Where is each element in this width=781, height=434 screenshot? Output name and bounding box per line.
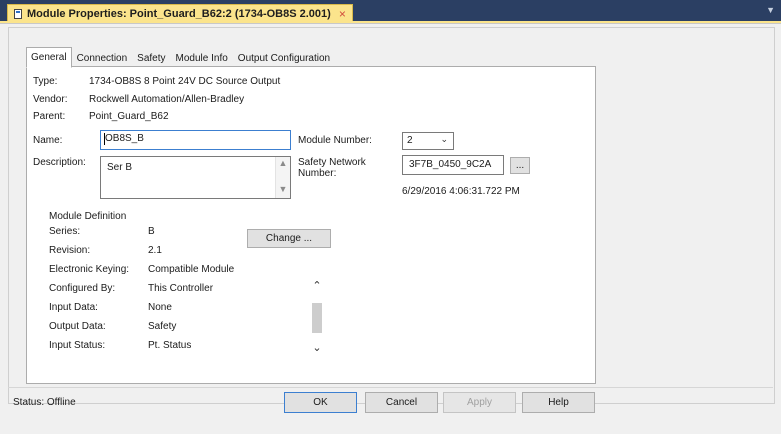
type-label: Type: — [33, 76, 58, 87]
input-data-value: None — [148, 302, 172, 313]
close-icon[interactable]: × — [339, 7, 346, 21]
input-data-label: Input Data: — [49, 302, 98, 313]
configured-by-value: This Controller — [148, 283, 214, 294]
input-status-label: Input Status: — [49, 340, 106, 351]
scroll-up-icon[interactable]: ▲ — [276, 158, 290, 168]
vendor-value: Rockwell Automation/Allen-Bradley — [89, 94, 245, 105]
safety-network-timestamp: 6/29/2016 4:06:31.722 PM — [402, 186, 520, 197]
revision-label: Revision: — [49, 245, 91, 256]
parent-value: Point_Guard_B62 — [89, 111, 169, 122]
status-text: Status: Offline — [13, 397, 76, 408]
description-input[interactable]: Ser B — [100, 156, 291, 199]
safety-network-browse-button[interactable]: ... — [510, 157, 530, 174]
electronic-keying-label: Electronic Keying: — [49, 264, 130, 275]
module-definition-scrollbar[interactable]: ⌃ ⌄ — [309, 279, 325, 359]
footer-divider — [8, 387, 773, 388]
name-input-value: OB8S_B — [105, 133, 144, 144]
ok-button[interactable]: OK — [284, 392, 357, 413]
module-number-value: 2 — [407, 135, 413, 146]
module-number-select[interactable]: 2 ⌄ — [402, 132, 454, 150]
input-status-value: Pt. Status — [148, 340, 192, 351]
scroll-thumb[interactable] — [312, 303, 322, 333]
safety-network-number-field[interactable]: 3F7B_0450_9C2A — [402, 155, 504, 175]
name-input[interactable]: OB8S_B — [100, 130, 291, 150]
safety-network-value: 3F7B_0450_9C2A — [409, 159, 492, 170]
description-scrollbar[interactable]: ▲ ▼ — [275, 157, 290, 198]
description-input-value: Ser B — [107, 162, 133, 173]
change-button[interactable]: Change ... — [247, 229, 331, 248]
tab-overflow-icon[interactable]: ▼ — [766, 5, 775, 15]
cancel-button[interactable]: Cancel — [365, 392, 438, 413]
type-value: 1734-OB8S 8 Point 24V DC Source Output — [89, 76, 281, 87]
document-icon — [14, 8, 22, 19]
tab-general[interactable]: General — [26, 47, 72, 68]
safety-network-label: Safety Network — [298, 157, 366, 168]
output-data-label: Output Data: — [49, 321, 106, 332]
safety-network-label-2: Number: — [298, 168, 337, 179]
module-definition-heading: Module Definition — [49, 211, 127, 222]
output-data-value: Safety — [148, 321, 177, 332]
text-caret — [104, 133, 105, 145]
module-properties-tab[interactable]: Module Properties: Point_Guard_B62:2 (17… — [7, 4, 353, 22]
apply-button[interactable]: Apply — [443, 392, 516, 413]
scroll-down-icon[interactable]: ▼ — [276, 184, 290, 194]
name-label: Name: — [33, 135, 63, 146]
chevron-down-icon: ⌄ — [440, 134, 448, 144]
vendor-label: Vendor: — [33, 94, 68, 105]
description-label: Description: — [33, 157, 86, 168]
series-label: Series: — [49, 226, 81, 237]
document-tab-strip: Module Properties: Point_Guard_B62:2 (17… — [0, 0, 781, 22]
configured-by-label: Configured By: — [49, 283, 116, 294]
help-button[interactable]: Help — [522, 392, 595, 413]
scroll-up-icon[interactable]: ⌃ — [309, 279, 325, 292]
electronic-keying-value: Compatible Module — [148, 264, 235, 275]
property-tabs: General Connection Safety Module Info Ou… — [26, 47, 335, 68]
series-value: B — [148, 226, 155, 237]
scroll-down-icon[interactable]: ⌄ — [309, 341, 325, 354]
tab-title: Module Properties: Point_Guard_B62:2 (17… — [27, 7, 331, 20]
module-number-label: Module Number: — [298, 135, 372, 146]
revision-value: 2.1 — [148, 245, 162, 256]
parent-label: Parent: — [33, 111, 66, 122]
